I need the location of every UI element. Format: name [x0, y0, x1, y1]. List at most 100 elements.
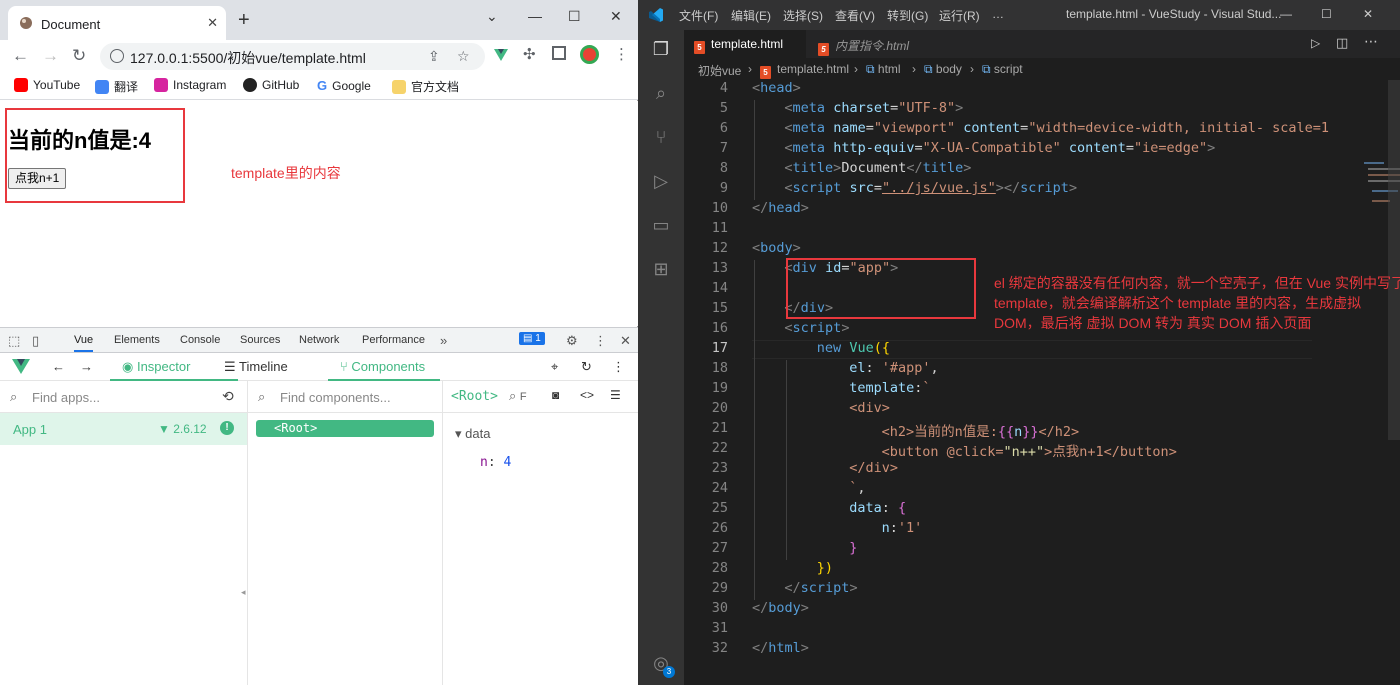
- close-icon[interactable]: ✕: [207, 15, 218, 31]
- breadcrumb-script[interactable]: ⧉ script: [982, 62, 1023, 77]
- code-line: <meta http-equiv="X-UA-Compatible" conte…: [784, 140, 1215, 156]
- state-header: <Root> ⌕ F ◙ <> ☰: [443, 381, 638, 413]
- back-button[interactable]: ←: [12, 46, 29, 66]
- tab-builtin-directives[interactable]: 5 内置指令.html: [808, 30, 926, 58]
- find-components-placeholder[interactable]: Find components...: [280, 390, 391, 405]
- search-icon: ⌕: [258, 389, 266, 404]
- find-components[interactable]: ⌕ Find components...: [248, 381, 442, 413]
- run-debug-icon[interactable]: ▷: [650, 170, 672, 192]
- list-icon[interactable]: ☰: [610, 388, 621, 402]
- share-icon[interactable]: ⇪: [428, 48, 440, 65]
- bookmark-youtube[interactable]: YouTube: [14, 78, 80, 92]
- code-line: </html>: [752, 640, 809, 656]
- tab-console[interactable]: Console: [180, 334, 220, 346]
- code-token: =: [890, 100, 899, 116]
- refresh-icon[interactable]: ↻: [581, 359, 592, 375]
- tab-template-html[interactable]: 5 template.html: [684, 30, 806, 58]
- search-icon[interactable]: ⌕ F: [509, 388, 527, 404]
- code-editor[interactable]: 4 5 6 7 8 9 10 11 12 13 14 15 16 17 18 19 20 21 22 23 24 25 26…: [684, 80, 1400, 685]
- breadcrumb-folder[interactable]: 初始vue: [698, 62, 741, 79]
- minimize-button[interactable]: —: [1280, 7, 1292, 21]
- forward-button[interactable]: →: [42, 46, 59, 66]
- code-icon[interactable]: <>: [580, 388, 594, 402]
- maximize-button[interactable]: ☐: [1321, 7, 1332, 21]
- tree-node-root[interactable]: <Root>: [248, 413, 443, 445]
- menu-icon[interactable]: ⋮: [614, 45, 629, 63]
- more-actions-icon[interactable]: ⋯: [1364, 33, 1378, 50]
- increment-button[interactable]: 点我n+1: [8, 168, 67, 189]
- app-row[interactable]: App 1 ▼ 2.6.12 !: [0, 413, 247, 445]
- tab-network[interactable]: Network: [299, 334, 339, 346]
- target-icon[interactable]: ⌖: [551, 359, 558, 375]
- minimize-button[interactable]: —: [528, 8, 542, 24]
- chevron-down-icon[interactable]: ⌄: [486, 8, 498, 25]
- tab-performance[interactable]: Performance: [362, 334, 425, 346]
- new-tab-button[interactable]: +: [238, 10, 250, 30]
- close-icon[interactable]: ✕: [620, 333, 631, 349]
- address-bar[interactable]: 127.0.0.1:5500/初始vue/template.html ⇪ ☆: [100, 43, 485, 70]
- data-section[interactable]: ▾ data: [455, 426, 490, 442]
- gear-icon[interactable]: ⚙: [566, 333, 578, 349]
- source-control-icon[interactable]: ⑂: [650, 126, 672, 148]
- tab-sources[interactable]: Sources: [240, 334, 280, 346]
- run-icon[interactable]: ▷: [1311, 36, 1320, 50]
- issues-badge[interactable]: ▤ 1: [519, 332, 545, 345]
- code-line: </body>: [752, 600, 809, 616]
- close-window-button[interactable]: ✕: [610, 8, 622, 25]
- reload-button[interactable]: ↻: [72, 46, 86, 66]
- vscode-window: 文件(F) 编辑(E) 选择(S) 查看(V) 转到(G) 运行(R) … te…: [638, 0, 1400, 685]
- bookmark-translate[interactable]: 翻译: [95, 78, 138, 95]
- avatar[interactable]: [580, 45, 599, 64]
- menu-selection[interactable]: 选择(S): [783, 7, 823, 24]
- bookmark-instagram[interactable]: Instagram: [154, 78, 226, 92]
- find-apps[interactable]: ⌕ Find apps... ⟲: [0, 381, 247, 413]
- bookmark-github[interactable]: GitHub: [243, 78, 299, 92]
- extensions-icon[interactable]: ✣: [523, 45, 536, 63]
- tab-components[interactable]: ⑂ Components: [340, 359, 425, 374]
- bookmark-google[interactable]: G Google: [317, 78, 371, 93]
- split-editor-icon[interactable]: ◫: [1336, 35, 1348, 51]
- breadcrumb-body[interactable]: ⧉ body: [924, 62, 962, 77]
- search-icon[interactable]: ⌕: [650, 82, 672, 104]
- more-tabs-icon[interactable]: »: [440, 333, 447, 348]
- device-toolbar-icon[interactable]: ▯: [32, 333, 39, 349]
- tab-inspector[interactable]: ◉ Inspector: [122, 359, 190, 375]
- devtools-tabs: ⬚ ▯ Vue Elements Console Sources Network…: [0, 328, 638, 353]
- inspect-element-icon[interactable]: ⬚: [8, 333, 20, 349]
- eye-icon[interactable]: ◙: [552, 388, 559, 402]
- menu-run[interactable]: 运行(R): [939, 7, 980, 24]
- url-text[interactable]: 127.0.0.1:5500/初始vue/template.html: [130, 48, 366, 68]
- menu-go[interactable]: 转到(G): [887, 7, 928, 24]
- back-arrow-icon[interactable]: ←: [52, 359, 65, 374]
- menu-icon[interactable]: ⋮: [612, 359, 625, 375]
- extensions-icon[interactable]: ⊞: [650, 258, 672, 280]
- forward-arrow-icon[interactable]: →: [80, 359, 93, 374]
- vertical-scrollbar[interactable]: [1388, 80, 1400, 440]
- menu-file[interactable]: 文件(F): [679, 7, 718, 24]
- menu-view[interactable]: 查看(V): [835, 7, 875, 24]
- site-info-icon[interactable]: [110, 49, 124, 63]
- find-apps-placeholder[interactable]: Find apps...: [32, 390, 100, 405]
- collapse-handle[interactable]: ◂: [241, 587, 246, 598]
- star-icon[interactable]: ☆: [457, 48, 470, 65]
- close-window-button[interactable]: ✕: [1363, 7, 1373, 21]
- apps-panel: ⌕ Find apps... ⟲ App 1 ▼ 2.6.12 ! ◂: [0, 381, 248, 685]
- menu-edit[interactable]: 编辑(E): [731, 7, 771, 24]
- data-property[interactable]: n: 4: [480, 455, 511, 470]
- tab-timeline[interactable]: ☰ Timeline: [224, 359, 288, 375]
- side-panel-icon[interactable]: [552, 46, 566, 60]
- maximize-button[interactable]: ☐: [568, 8, 581, 25]
- menu-icon[interactable]: ⋮: [594, 333, 607, 349]
- bookmark-docs[interactable]: 官方文档: [392, 78, 459, 95]
- tab-elements[interactable]: Elements: [114, 334, 160, 346]
- explorer-icon[interactable]: ❐: [650, 38, 672, 60]
- browser-tab[interactable]: Document ✕: [8, 6, 226, 40]
- breadcrumb-html[interactable]: ⧉ html: [866, 62, 901, 77]
- tab-vue[interactable]: Vue: [74, 334, 94, 352]
- menu-more[interactable]: …: [992, 7, 1004, 21]
- vue-devtools-icon[interactable]: [494, 48, 508, 62]
- remote-explorer-icon[interactable]: ▭: [650, 214, 672, 236]
- breadcrumb-file[interactable]: 5 template.html: [760, 62, 849, 79]
- refresh-icon[interactable]: ⟲: [222, 388, 234, 405]
- code-token: =: [873, 180, 882, 196]
